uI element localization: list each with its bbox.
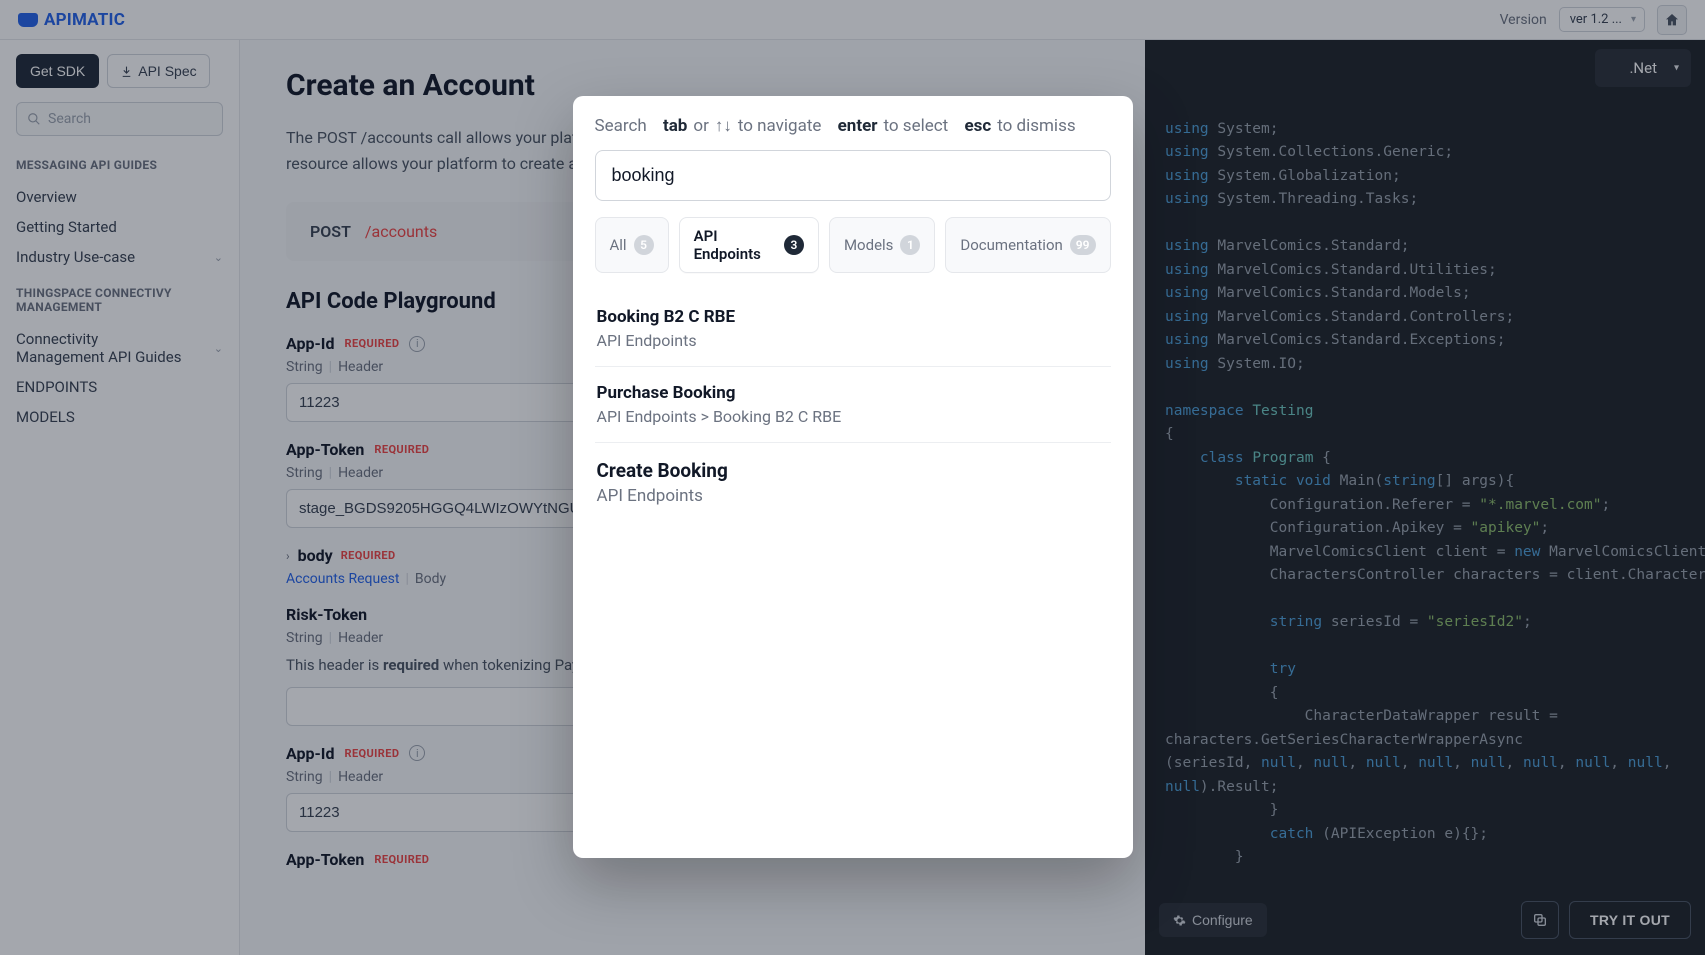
tab-api-endpoints[interactable]: API Endpoints3 [679,217,819,273]
search-modal-input[interactable] [595,150,1111,201]
tab-models[interactable]: Models1 [829,217,935,273]
search-result[interactable]: Purchase Booking API Endpoints > Booking… [595,367,1111,443]
modal-overlay[interactable]: Search tab or ↑↓ to navigate enter to se… [0,0,1705,955]
search-result[interactable]: Booking B2 C RBE API Endpoints [595,291,1111,367]
search-result[interactable]: Create Booking API Endpoints [595,443,1111,522]
search-hints: Search tab or ↑↓ to navigate enter to se… [595,116,1111,136]
search-results: Booking B2 C RBE API Endpoints Purchase … [595,291,1111,522]
search-tabs: All5 API Endpoints3 Models1 Documentatio… [595,217,1111,273]
search-modal: Search tab or ↑↓ to navigate enter to se… [573,96,1133,858]
tab-all[interactable]: All5 [595,217,669,273]
tab-documentation[interactable]: Documentation99 [945,217,1110,273]
